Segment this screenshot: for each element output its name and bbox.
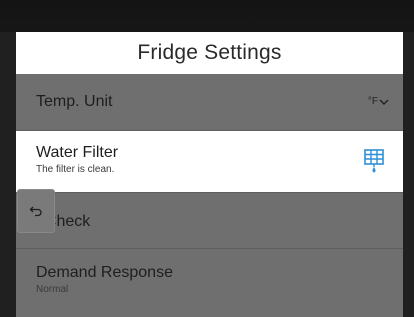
water-filter-icon bbox=[364, 149, 384, 173]
temp-unit-dropdown[interactable]: °F bbox=[368, 96, 389, 107]
settings-panel: Fridge Settings Temp. Unit °F Water Filt… bbox=[16, 32, 403, 317]
temp-unit-value: °F bbox=[367, 96, 378, 107]
demand-response-status: Normal bbox=[36, 284, 69, 295]
water-filter-label: Water Filter bbox=[36, 144, 119, 161]
water-filter-status: The filter is clean. bbox=[36, 164, 115, 175]
right-bezel bbox=[403, 32, 414, 317]
setting-row-temp-unit[interactable]: Temp. Unit °F bbox=[16, 74, 403, 130]
setting-row-self-check[interactable]: f Check bbox=[16, 193, 403, 248]
water-filter-text: Water Filter The filter is clean. bbox=[36, 144, 118, 175]
setting-row-water-filter[interactable]: Water Filter The filter is clean. bbox=[16, 131, 403, 192]
demand-response-text: Demand Response Normal bbox=[36, 264, 173, 295]
header: Fridge Settings bbox=[16, 32, 403, 74]
demand-response-label: Demand Response bbox=[36, 264, 173, 281]
chevron-down-icon bbox=[379, 99, 389, 105]
back-arrow-icon bbox=[29, 206, 42, 217]
page-title: Fridge Settings bbox=[137, 41, 282, 64]
back-button[interactable] bbox=[17, 189, 55, 233]
left-bezel bbox=[0, 32, 16, 317]
setting-row-demand-response[interactable]: Demand Response Normal bbox=[16, 249, 403, 317]
temp-unit-label: Temp. Unit bbox=[36, 93, 113, 110]
